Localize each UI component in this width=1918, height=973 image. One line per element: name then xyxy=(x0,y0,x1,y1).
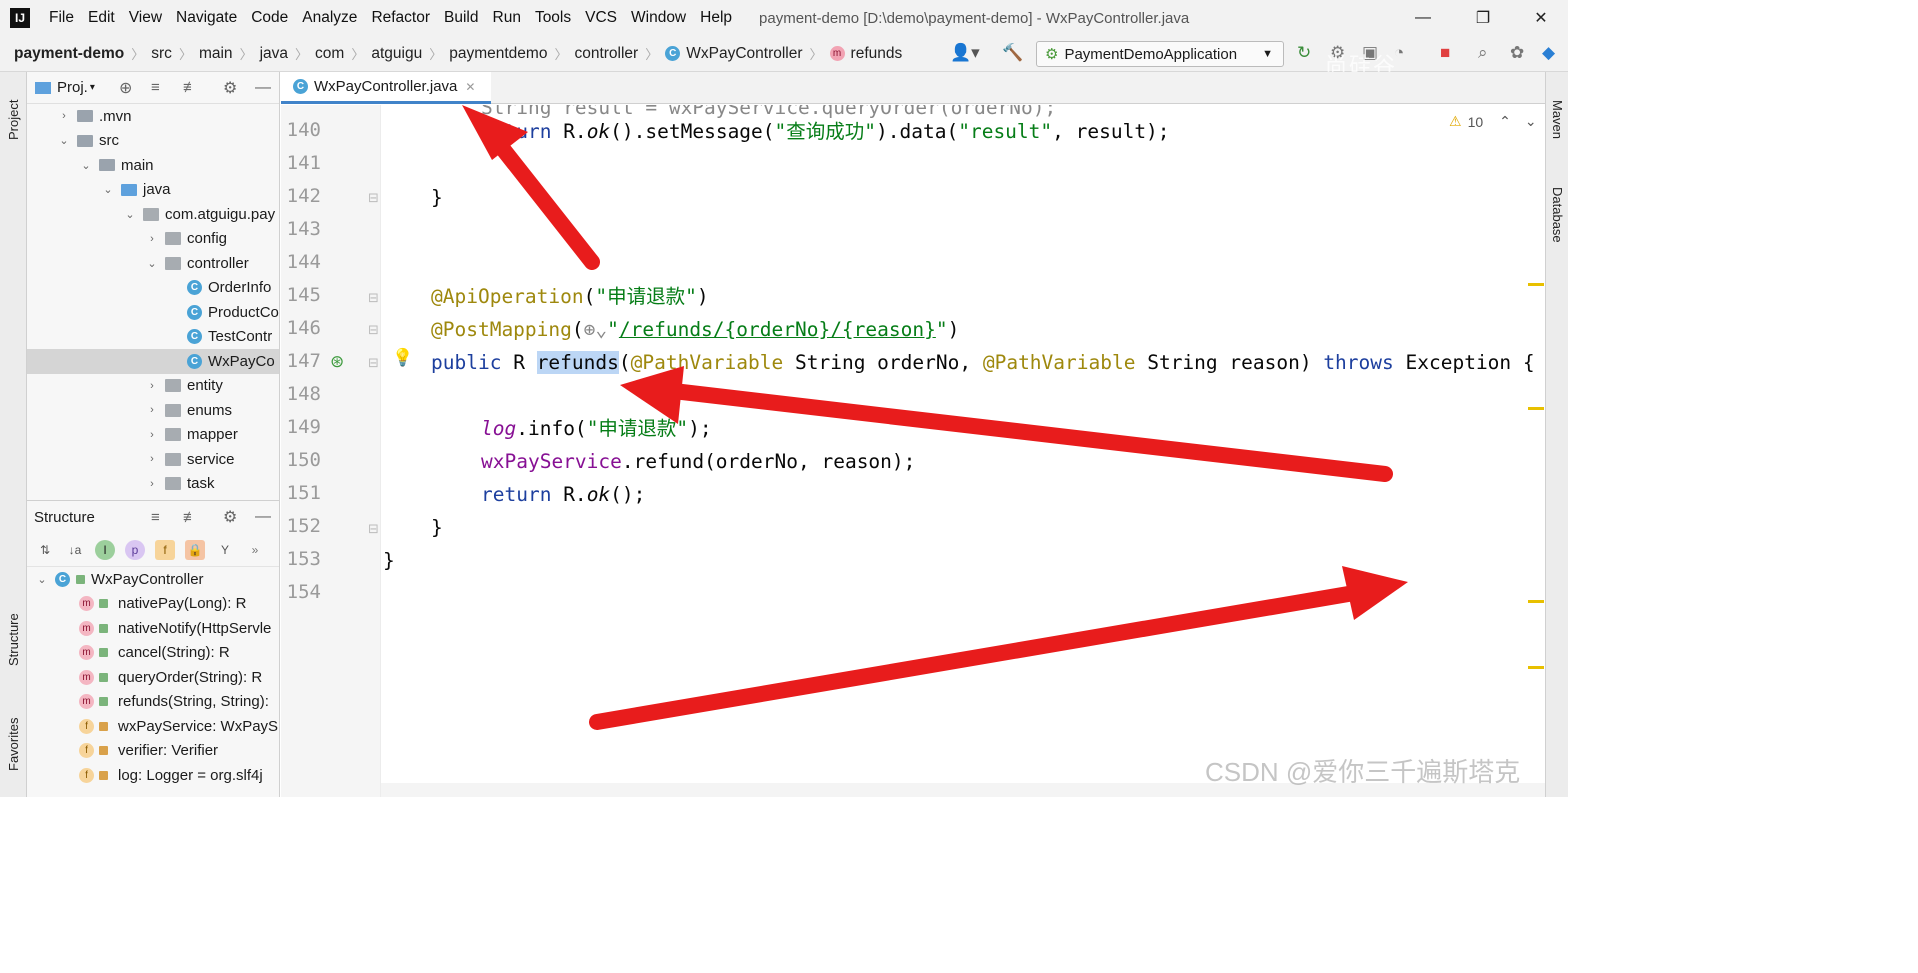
red-arrow-to-tab xyxy=(462,105,600,270)
watermark-csdn: CSDN @爱你三千遍斯塔克 xyxy=(1205,757,1521,787)
annotation-arrows xyxy=(462,105,1408,730)
red-arrow-to-method xyxy=(620,366,1393,482)
red-arrow-to-right xyxy=(589,566,1408,730)
